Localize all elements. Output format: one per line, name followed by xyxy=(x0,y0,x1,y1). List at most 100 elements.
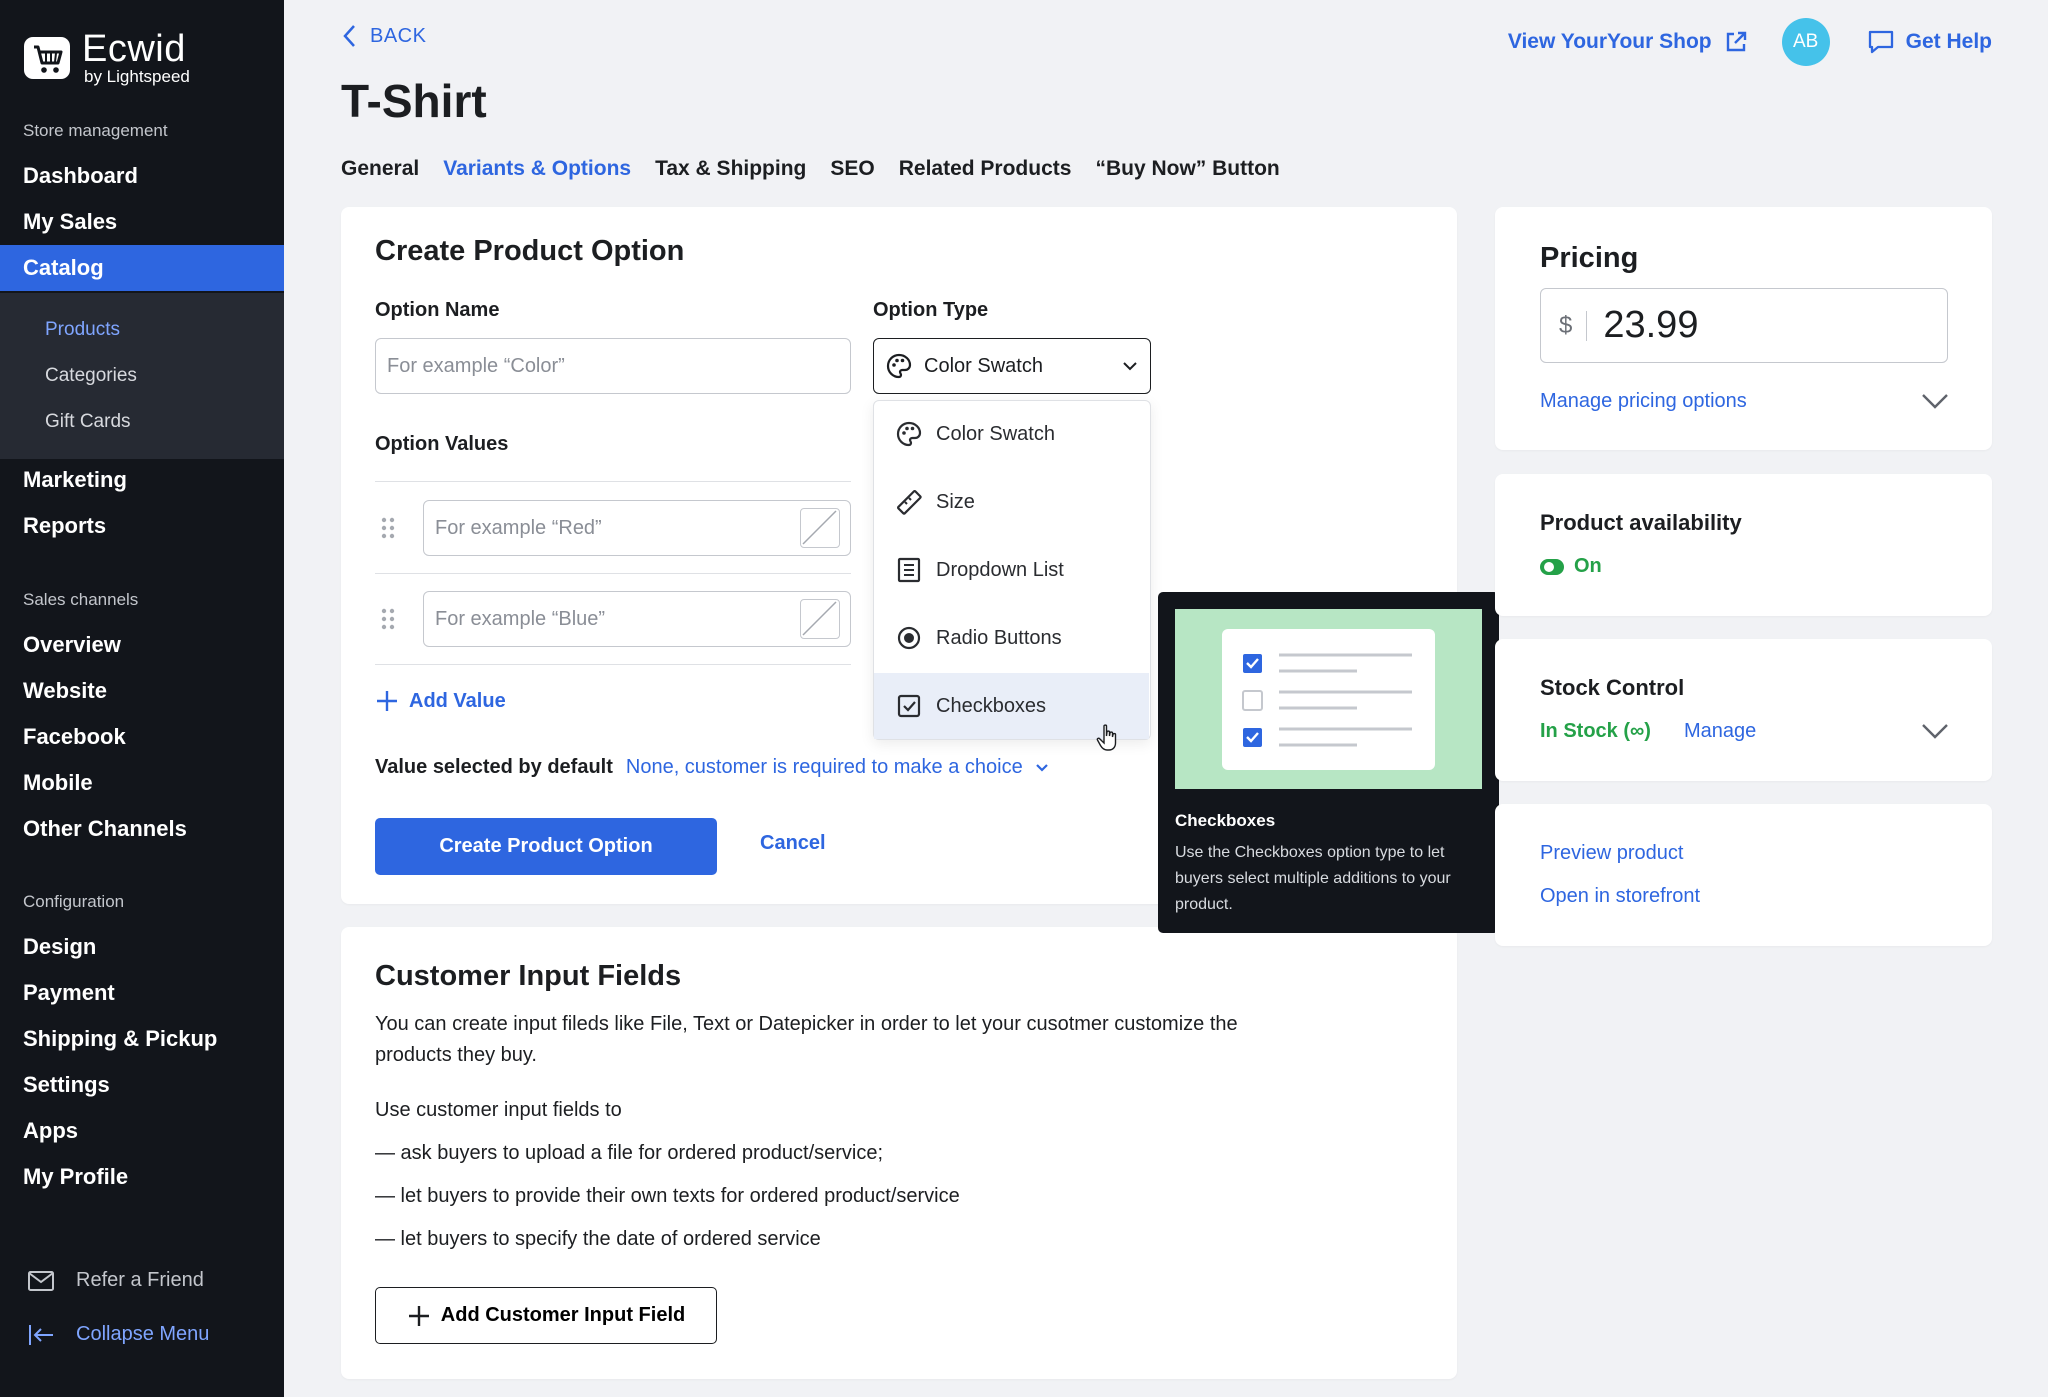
list-document-icon xyxy=(897,557,921,583)
ecwid-logo[interactable]: Ecwid by Lightspeed xyxy=(22,30,190,86)
checkboxes-illustration xyxy=(1175,609,1482,789)
collapse-menu[interactable]: Collapse Menu xyxy=(28,1323,209,1346)
option-type-select[interactable]: Color Swatch xyxy=(873,338,1151,394)
subnav-products[interactable]: Products xyxy=(45,319,120,341)
chevron-down-icon[interactable] xyxy=(1921,723,1949,739)
availability-card xyxy=(1495,474,1992,616)
default-value-select[interactable]: None, customer is required to make a cho… xyxy=(626,756,1023,779)
dropdown-option-size[interactable]: Size xyxy=(874,469,1149,535)
chevron-down-icon xyxy=(1035,764,1048,772)
option-value-input[interactable] xyxy=(423,500,851,556)
dropdown-option-color-swatch[interactable]: Color Swatch xyxy=(874,401,1149,467)
nav-marketing[interactable]: Marketing xyxy=(0,457,284,503)
tab-related-products[interactable]: Related Products xyxy=(899,157,1072,181)
nav-dashboard[interactable]: Dashboard xyxy=(0,153,284,199)
cancel-button[interactable]: Cancel xyxy=(760,832,826,855)
dropdown-option-label: Color Swatch xyxy=(936,422,1055,445)
ruler-icon xyxy=(897,490,922,515)
nav-facebook[interactable]: Facebook xyxy=(0,714,284,760)
add-customer-input-button[interactable]: Add Customer Input Field xyxy=(375,1287,717,1344)
checkbox-icon xyxy=(897,694,921,718)
preview-product-link[interactable]: Preview product xyxy=(1540,842,1683,865)
illustration-card xyxy=(1222,629,1435,770)
price-input[interactable]: $ 23.99 xyxy=(1540,288,1948,363)
header-actions: View YourYour Shop AB Get Help xyxy=(1508,18,1992,66)
divider xyxy=(375,664,851,665)
plus-icon xyxy=(377,691,397,711)
option-name-input[interactable] xyxy=(375,338,851,394)
nav-overview[interactable]: Overview xyxy=(0,622,284,668)
section-store-management: Store management xyxy=(23,121,168,140)
nav-my-sales[interactable]: My Sales xyxy=(0,199,284,245)
stock-manage-link[interactable]: Manage xyxy=(1684,720,1756,743)
divider xyxy=(375,481,851,482)
get-help-link[interactable]: Get Help xyxy=(1868,30,1992,54)
nav-settings[interactable]: Settings xyxy=(0,1062,284,1108)
product-tabs: General Variants & Options Tax & Shippin… xyxy=(341,157,1304,181)
nav-website[interactable]: Website xyxy=(0,668,284,714)
tab-buy-now-button[interactable]: “Buy Now” Button xyxy=(1095,157,1279,181)
dropdown-option-label: Radio Buttons xyxy=(936,626,1062,649)
option-name-label: Option Name xyxy=(375,299,500,321)
tab-variants-options[interactable]: Variants & Options xyxy=(443,157,631,181)
section-configuration: Configuration xyxy=(23,892,125,911)
pricing-title: Pricing xyxy=(1540,242,1639,274)
nav-apps[interactable]: Apps xyxy=(0,1108,284,1154)
drag-handle-icon[interactable] xyxy=(381,608,395,630)
option-value-input[interactable] xyxy=(423,591,851,647)
open-storefront-link[interactable]: Open in storefront xyxy=(1540,885,1700,908)
add-value-button[interactable]: Add Value xyxy=(375,689,506,713)
swatch-picker[interactable] xyxy=(800,508,840,548)
cart-logo-icon xyxy=(24,37,70,79)
nav-catalog[interactable]: Catalog xyxy=(0,245,284,291)
checkbox-list-illustration xyxy=(1242,653,1412,747)
swatch-picker[interactable] xyxy=(800,599,840,639)
view-shop-label: View YourYour Shop xyxy=(1507,30,1712,53)
create-option-button[interactable]: Create Product Option xyxy=(375,818,717,875)
section-sales-channels: Sales channels xyxy=(23,590,139,609)
refer-a-friend[interactable]: Refer a Friend xyxy=(28,1269,204,1292)
add-customer-input-label: Add Customer Input Field xyxy=(440,1304,686,1326)
tab-seo[interactable]: SEO xyxy=(830,157,874,181)
manage-pricing-link[interactable]: Manage pricing options xyxy=(1540,390,1747,413)
chat-bubble-icon xyxy=(1868,30,1893,54)
nav-other-channels[interactable]: Other Channels xyxy=(0,806,284,852)
plus-icon xyxy=(408,1305,429,1326)
logo-subtitle: by Lightspeed xyxy=(84,67,190,86)
nav-reports[interactable]: Reports xyxy=(0,503,284,549)
option-values-label: Option Values xyxy=(375,433,509,455)
availability-toggle[interactable]: On xyxy=(1540,555,1602,578)
tab-tax-shipping[interactable]: Tax & Shipping xyxy=(655,157,806,181)
catalog-subnav xyxy=(0,293,284,459)
tab-general[interactable]: General xyxy=(341,157,419,181)
back-label: BACK xyxy=(370,24,427,47)
dropdown-option-label: Size xyxy=(936,490,975,513)
availability-title: Product availability xyxy=(1540,510,1742,535)
sidebar: Ecwid by Lightspeed Store management Das… xyxy=(0,0,284,1397)
view-shop-link[interactable]: View YourYour Shop xyxy=(1508,30,1748,54)
stock-title: Stock Control xyxy=(1540,675,1685,700)
option-type-dropdown: Color Swatch Size Dropdown List Radio Bu… xyxy=(873,400,1151,740)
nav-mobile[interactable]: Mobile xyxy=(0,760,284,806)
subnav-categories[interactable]: Categories xyxy=(45,365,137,387)
nav-design[interactable]: Design xyxy=(0,924,284,970)
palette-icon xyxy=(886,353,912,379)
stock-status: In Stock (∞) xyxy=(1540,720,1651,743)
stock-status-label: In Stock (∞) xyxy=(1540,720,1651,742)
nav-shipping-pickup[interactable]: Shipping & Pickup xyxy=(0,1016,284,1062)
nav-my-profile[interactable]: My Profile xyxy=(0,1154,284,1200)
dropdown-option-radio-buttons[interactable]: Radio Buttons xyxy=(874,605,1149,671)
dropdown-option-dropdown-list[interactable]: Dropdown List xyxy=(874,537,1149,603)
page-title: T-Shirt xyxy=(341,75,487,127)
option-type-label: Option Type xyxy=(873,299,989,321)
add-value-label: Add Value xyxy=(409,689,506,712)
drag-handle-icon[interactable] xyxy=(381,517,395,539)
avatar[interactable]: AB xyxy=(1781,18,1830,66)
subnav-gift-cards[interactable]: Gift Cards xyxy=(45,411,131,433)
nav-payment[interactable]: Payment xyxy=(0,970,284,1016)
back-link[interactable]: BACK xyxy=(342,24,426,48)
logo-name: Ecwid xyxy=(82,28,186,70)
links-card xyxy=(1495,804,1992,946)
empty-swatch-icon xyxy=(802,510,837,545)
chevron-down-icon[interactable] xyxy=(1921,393,1949,409)
